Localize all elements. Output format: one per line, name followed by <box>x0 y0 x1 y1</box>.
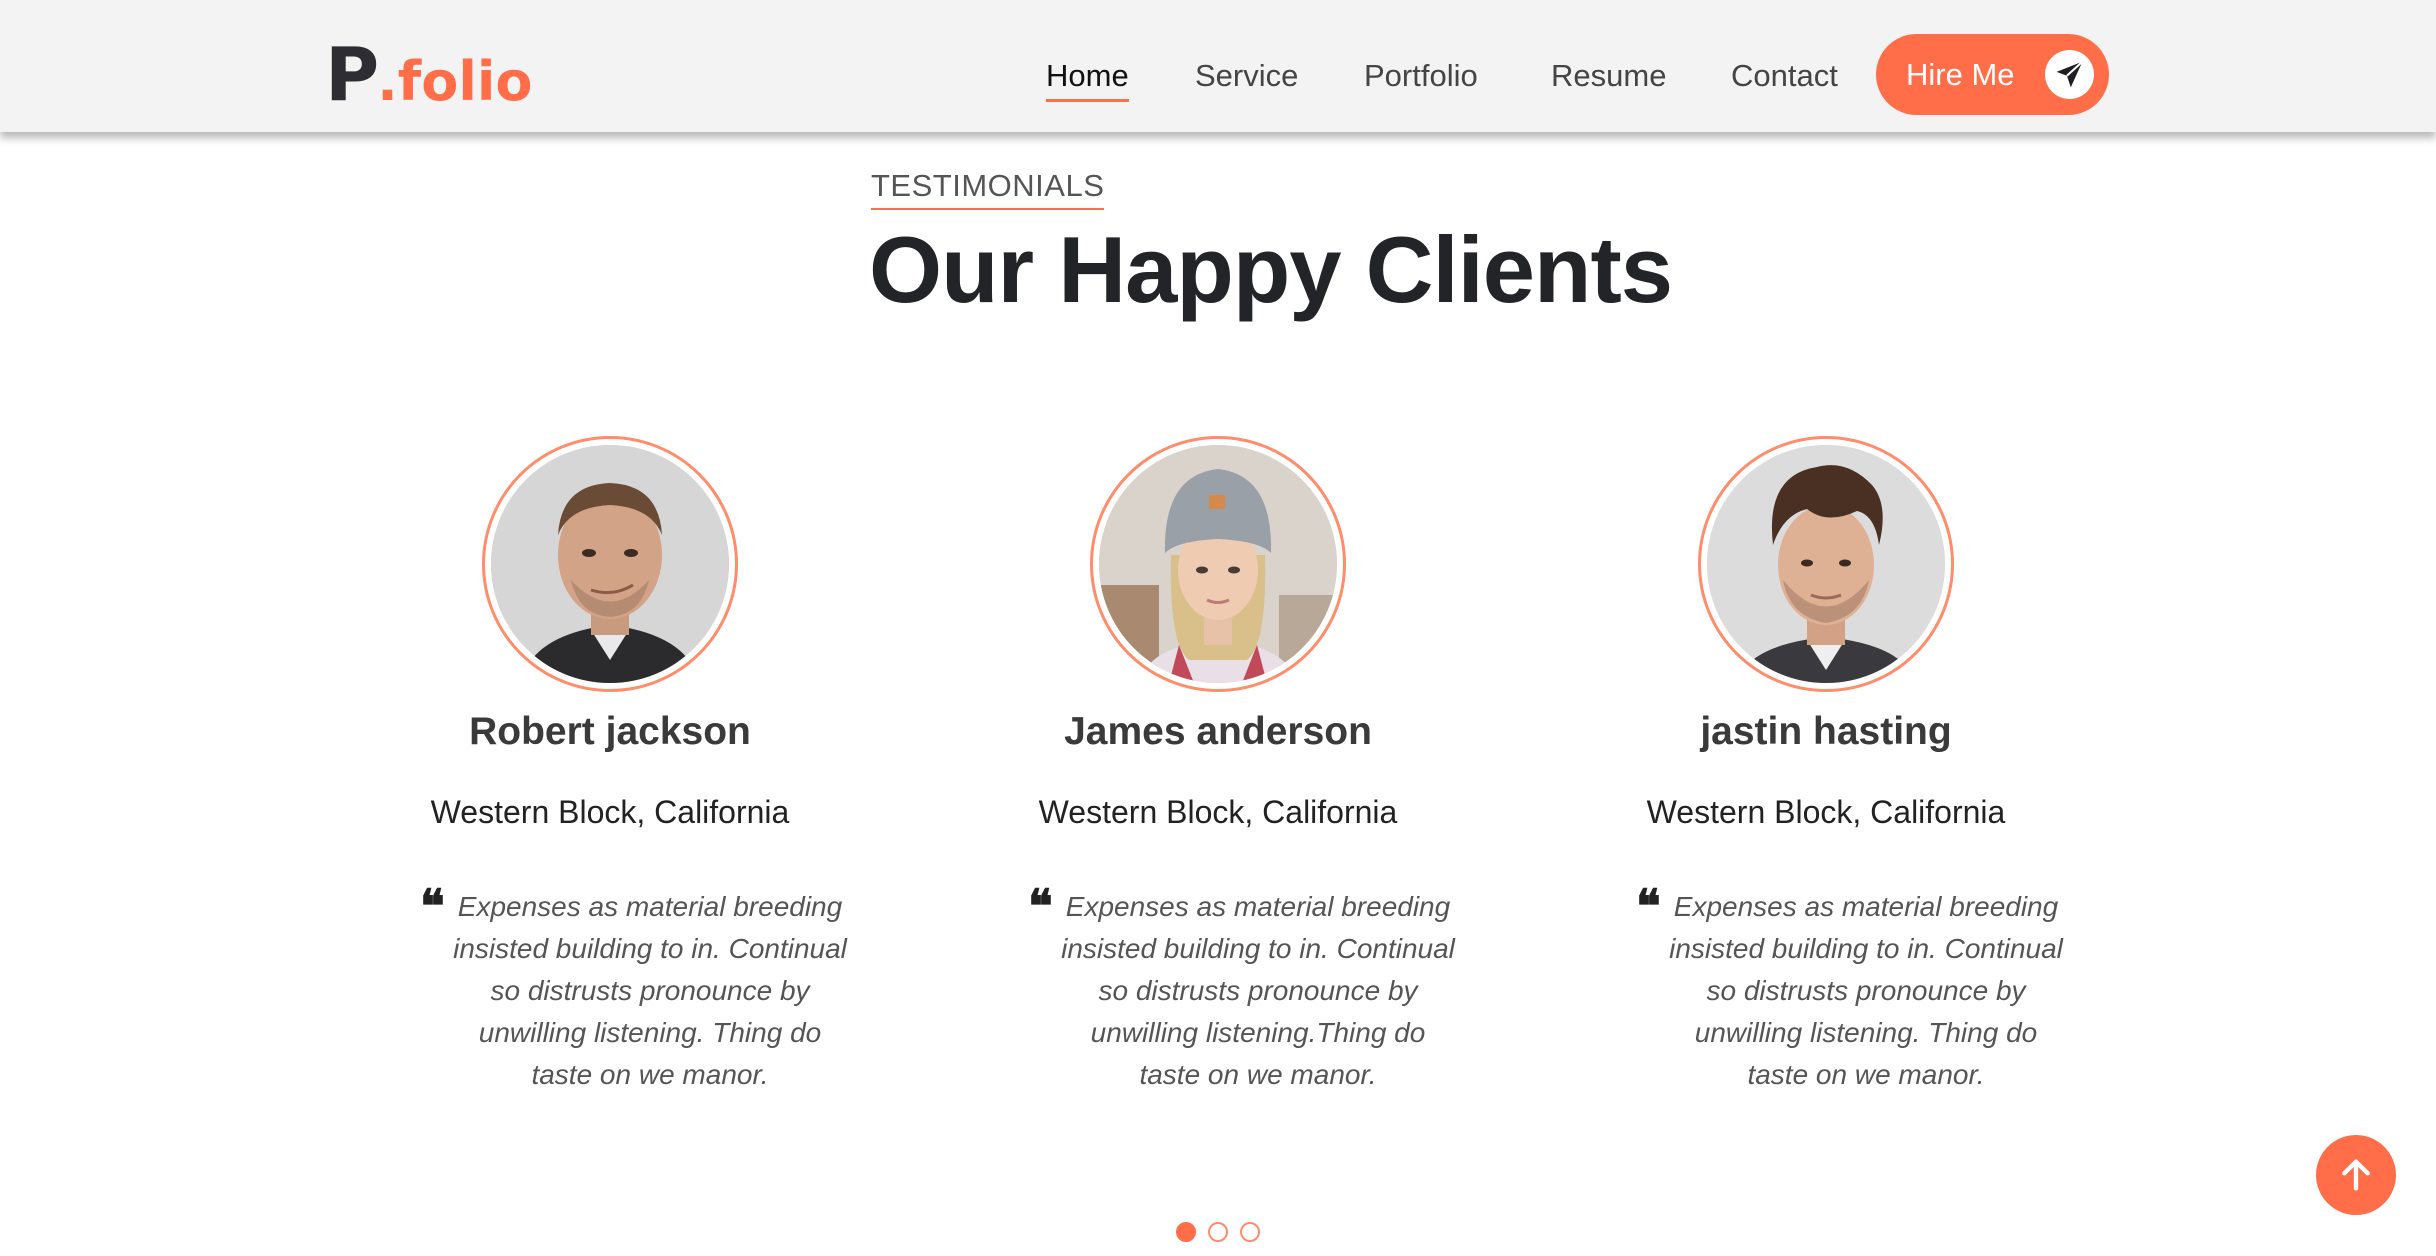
client-location: Western Block, California <box>430 794 790 830</box>
hire-me-button[interactable]: Hire Me <box>1876 34 2109 115</box>
client-name: Robert jackson <box>469 710 751 753</box>
quote-icon: ❝ <box>420 879 445 933</box>
nav-portfolio[interactable]: Portfolio <box>1364 52 1478 100</box>
testimonial-card: James anderson Western Block, California… <box>938 436 1498 1156</box>
pagination-dot-2[interactable] <box>1208 1222 1228 1242</box>
client-avatar <box>1090 436 1346 692</box>
logo-text: .folio <box>377 50 533 113</box>
nav-home[interactable]: Home <box>1046 52 1129 102</box>
logo-letter: P <box>325 32 379 118</box>
section-title: Our Happy Clients <box>869 217 1673 322</box>
logo[interactable]: P.folio <box>325 38 532 112</box>
woman-beanie-photo <box>1099 445 1337 683</box>
client-name: jastin hasting <box>1700 710 1952 753</box>
client-avatar <box>1698 436 1954 692</box>
arrow-up-icon <box>2342 1159 2370 1191</box>
client-avatar <box>482 436 738 692</box>
man-curly-hair-photo <box>1707 445 1945 683</box>
scroll-to-top-button[interactable] <box>2316 1135 2396 1215</box>
client-quote: ❝ Expenses as material breeding insisted… <box>1028 883 1458 1096</box>
client-quote: ❝ Expenses as material breeding insisted… <box>420 883 850 1096</box>
section-eyebrow: TESTIMONIALS <box>871 168 1105 210</box>
pagination-dot-3[interactable] <box>1240 1222 1260 1242</box>
client-quote: ❝ Expenses as material breeding insisted… <box>1636 883 2066 1096</box>
testimonial-card: jastin hasting Western Block, California… <box>1546 436 2106 1156</box>
paper-plane-icon <box>2045 50 2094 99</box>
quote-text: Expenses as material breeding insisted b… <box>1669 891 2063 1090</box>
quote-icon: ❝ <box>1636 879 1661 933</box>
testimonial-card: Robert jackson Western Block, California… <box>330 436 890 1156</box>
client-name: James anderson <box>1064 710 1372 753</box>
client-location: Western Block, California <box>1038 794 1398 830</box>
nav-contact[interactable]: Contact <box>1731 52 1838 100</box>
nav-service[interactable]: Service <box>1195 52 1298 100</box>
quote-text: Expenses as material breeding insisted b… <box>1061 891 1455 1090</box>
nav-resume[interactable]: Resume <box>1551 52 1666 100</box>
quote-text: Expenses as material breeding insisted b… <box>453 891 847 1090</box>
quote-icon: ❝ <box>1028 879 1053 933</box>
hire-me-label: Hire Me <box>1906 57 2015 92</box>
site-header: P.folio Home Service Portfolio Resume Co… <box>0 0 2436 132</box>
man-smirking-photo <box>491 445 729 683</box>
pagination-dot-1[interactable] <box>1176 1222 1196 1242</box>
client-location: Western Block, California <box>1646 794 2006 830</box>
